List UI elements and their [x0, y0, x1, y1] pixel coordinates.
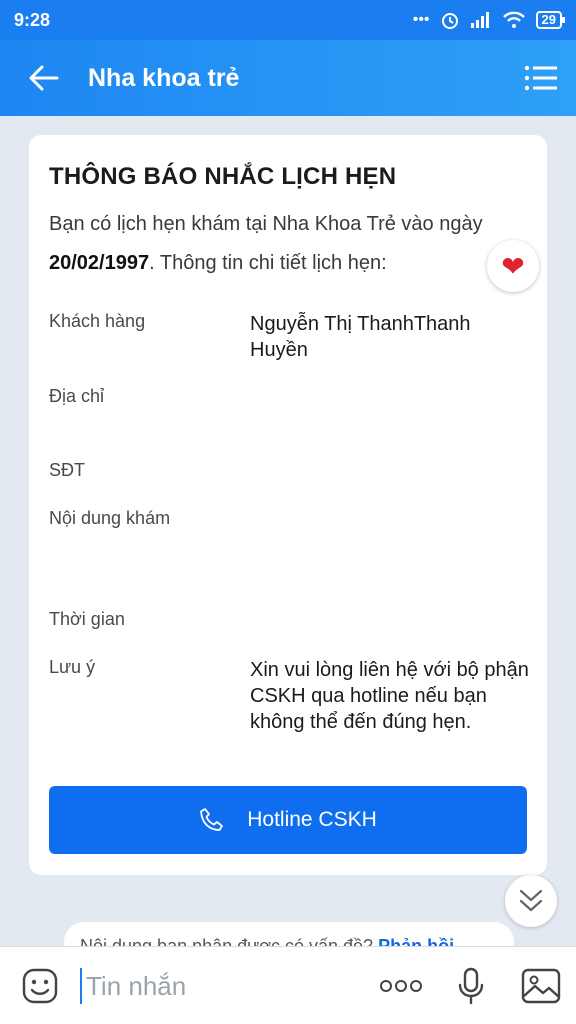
field-label: Khách hàng: [49, 311, 146, 331]
app-bar: Nha khoa trẻ: [0, 40, 576, 116]
field-row-note: Lưu ý Xin vui lòng liên hệ với bộ phận C…: [49, 657, 529, 733]
hotline-label: Hotline CSKH: [247, 808, 377, 831]
back-button[interactable]: [0, 40, 88, 116]
reaction-button[interactable]: ❤: [487, 240, 539, 292]
page-title: Nha khoa trẻ: [88, 63, 240, 92]
menu-button[interactable]: [506, 40, 576, 116]
emoji-icon: [22, 968, 58, 1003]
alarm-icon: [441, 13, 458, 29]
hotline-button[interactable]: Hotline CSKH: [49, 786, 527, 854]
field-label: Thời gian: [49, 609, 125, 629]
more-button[interactable]: [366, 947, 436, 1024]
emoji-button[interactable]: [0, 947, 80, 1024]
back-arrow-icon: [29, 65, 59, 91]
field-row-address: Địa chỉ: [49, 386, 529, 407]
voice-button[interactable]: [436, 947, 506, 1024]
card-heading: THÔNG BÁO NHẮC LỊCH HẸN: [49, 163, 397, 190]
heart-icon: ❤: [501, 250, 525, 282]
field-label: Lưu ý: [49, 657, 96, 677]
field-row-time: Thời gian: [49, 609, 529, 630]
intro-tail: . Thông tin chi tiết lịch hẹn:: [149, 252, 387, 274]
status-time: 9:28: [14, 9, 51, 30]
message-input-bar: Tin nhắn: [0, 946, 576, 1024]
more-dots-icon: [380, 979, 422, 992]
image-button[interactable]: [506, 947, 576, 1024]
field-label: Nội dung khám: [49, 508, 171, 528]
card-intro: Bạn có lịch hẹn khám tại Nha Khoa Trẻ và…: [49, 205, 527, 283]
signal-icon: [470, 12, 489, 28]
status-bar: 9:28 ••• 29: [0, 0, 576, 40]
appointment-reminder-card: THÔNG BÁO NHẮC LỊCH HẸN Bạn có lịch hẹn …: [29, 135, 547, 875]
microphone-icon: [458, 967, 484, 1004]
intro-date: 20/02/1997: [49, 252, 150, 274]
field-value: Xin vui lòng liên hệ với bộ phận CSKH qu…: [250, 659, 529, 733]
menu-list-icon: [524, 65, 557, 91]
field-value: Nguyễn Thị ThanhThanh Huyền: [250, 313, 471, 361]
status-icons: ••• 29: [412, 10, 566, 30]
scroll-to-bottom-button[interactable]: [505, 875, 557, 927]
more-dots-status-icon: •••: [412, 11, 430, 28]
intro-text: Bạn có lịch hẹn khám tại Nha Khoa Trẻ và…: [49, 213, 483, 235]
wifi-icon: [502, 11, 525, 28]
message-input[interactable]: Tin nhắn: [80, 967, 366, 1004]
image-icon: [521, 968, 561, 1003]
battery-indicator: 29: [535, 11, 566, 29]
double-chevron-down-icon: [519, 889, 543, 912]
field-label: Địa chỉ: [49, 386, 105, 406]
field-label: SĐT: [49, 460, 85, 480]
field-row-customer: Khách hàng Nguyễn Thị ThanhThanh Huyền: [49, 311, 529, 361]
field-row-content: Nội dung khám: [49, 508, 529, 529]
phone-icon: [200, 808, 224, 831]
field-row-phone: SĐT: [49, 460, 529, 481]
